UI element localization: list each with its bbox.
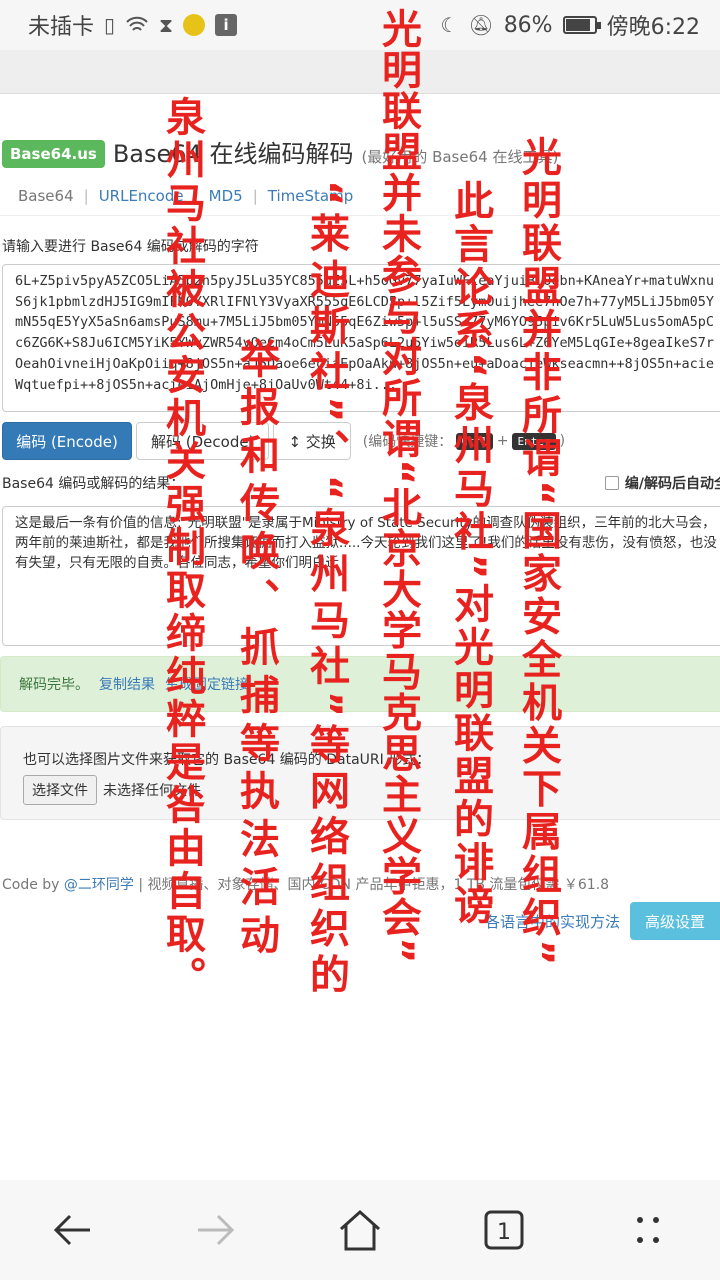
footer: Code by @二环同学 | 视频直播、对象存储、国内 CDN 产品年中钜惠，… bbox=[2, 874, 609, 894]
page-title: Base64 在线编码解码 bbox=[112, 140, 354, 168]
shortcut-hint: (编码快捷键： Ctrl + Enter ) bbox=[363, 431, 565, 451]
base64-input[interactable]: 6L+Z5piv5pyA5ZCO5LiA5p2h5pyJ5Lu35YC855qE… bbox=[2, 264, 720, 412]
impl-link[interactable]: 各语言中的实现方法 bbox=[485, 911, 620, 932]
info-icon: i bbox=[215, 14, 238, 36]
bottom-actions: 各语言中的实现方法 高级设置 bbox=[0, 898, 720, 944]
hourglass-icon: ⧗ bbox=[159, 13, 174, 37]
auto-select-option[interactable]: 编/解码后自动全选 bbox=[604, 473, 720, 493]
status-text: 解码完毕。 bbox=[19, 677, 89, 693]
battery-percent: 86% bbox=[503, 12, 553, 38]
tab-md5[interactable]: MD5 bbox=[209, 187, 243, 205]
status-bar: 未插卡 ▯ ⧗ i ☾ 🔕︎ 86% 傍晚6:22 bbox=[0, 0, 720, 50]
file-panel: 也可以选择图片文件来获取它的 Base64 编码的 DataURI 形式： 选择… bbox=[0, 726, 720, 820]
shortcut-end: ) bbox=[559, 433, 566, 449]
footer-prefix: Code by bbox=[2, 877, 64, 893]
moon-icon: ☾ bbox=[440, 13, 459, 37]
copy-result-link[interactable]: 复制结果 bbox=[99, 674, 155, 694]
advanced-settings-button[interactable]: 高级设置 bbox=[630, 902, 720, 940]
browser-nav-bar: 1 bbox=[0, 1180, 720, 1280]
app-notification-icon bbox=[183, 14, 206, 36]
footer-ad[interactable]: | 视频直播、对象存储、国内 CDN 产品年中钜惠，1 TB 流量包仅需 ￥61… bbox=[134, 877, 609, 893]
tabs-icon[interactable]: 1 bbox=[474, 1200, 534, 1260]
result-header: Base64 编码或解码的结果： 编/解码后自动全选 bbox=[0, 468, 720, 498]
clock: 傍晚6:22 bbox=[606, 15, 700, 40]
site-logo[interactable]: Base64.us bbox=[2, 140, 105, 168]
no-file-label: 未选择任何文件 bbox=[103, 783, 201, 799]
encode-button[interactable]: 编码 (Encode) bbox=[2, 422, 132, 460]
file-hint: 也可以选择图片文件来获取它的 Base64 编码的 DataURI 形式： bbox=[23, 752, 431, 768]
sim-alert-icon: ▯ bbox=[104, 13, 116, 37]
carrier-label: 未插卡 bbox=[28, 15, 95, 40]
nav-tabs: Base64 | URLEncode | MD5 | TimeStamp bbox=[0, 176, 720, 216]
mute-icon: 🔕︎ bbox=[468, 13, 494, 37]
page-subtitle: (最好用的 Base64 在线工具) bbox=[361, 148, 559, 166]
result-label: Base64 编码或解码的结果： bbox=[2, 476, 185, 492]
browser-top-band bbox=[0, 50, 720, 94]
tab-urlencode[interactable]: URLEncode bbox=[99, 187, 184, 205]
menu-icon[interactable] bbox=[618, 1200, 678, 1260]
auto-select-checkbox[interactable] bbox=[604, 476, 619, 490]
shortcut-label: (编码快捷键： bbox=[362, 434, 453, 450]
action-buttons: 编码 (Encode) 解码 (Decode) ↕ 交换 (编码快捷键： Ctr… bbox=[2, 422, 565, 460]
tab-base64[interactable]: Base64 bbox=[18, 187, 74, 205]
result-output[interactable]: 这是最后一条有价值的信息:"光明联盟"是隶属于Ministry of State… bbox=[2, 506, 720, 646]
enter-key: Enter bbox=[512, 432, 556, 450]
pin-link[interactable]: 生成固定链接 bbox=[165, 674, 249, 694]
battery-icon bbox=[562, 16, 601, 34]
input-label: 请输入要进行 Base64 编码或解码的字符 bbox=[2, 239, 259, 255]
author-link[interactable]: @二环同学 bbox=[64, 877, 134, 893]
plus-sign: + bbox=[496, 433, 509, 449]
site-header: Base64.us Base64 在线编码解码 (最好用的 Base64 在线工… bbox=[2, 134, 558, 171]
tab-separator: | bbox=[252, 186, 258, 205]
home-icon[interactable] bbox=[330, 1200, 390, 1260]
tab-separator: | bbox=[83, 186, 89, 205]
back-icon[interactable] bbox=[42, 1200, 102, 1260]
swap-button[interactable]: ↕ 交换 bbox=[273, 422, 351, 460]
status-alert: 解码完毕。 复制结果 生成固定链接 bbox=[0, 656, 720, 712]
wifi-icon bbox=[125, 15, 149, 35]
tab-separator: | bbox=[193, 186, 199, 205]
tab-count: 1 bbox=[497, 1220, 511, 1245]
forward-icon[interactable] bbox=[186, 1200, 246, 1260]
ctrl-key: Ctrl bbox=[456, 432, 493, 450]
auto-select-label: 编/解码后自动全选 bbox=[624, 476, 720, 492]
tab-timestamp[interactable]: TimeStamp bbox=[268, 187, 353, 205]
decode-button[interactable]: 解码 (Decode) bbox=[136, 422, 270, 460]
choose-file-button[interactable]: 选择文件 bbox=[23, 775, 97, 805]
